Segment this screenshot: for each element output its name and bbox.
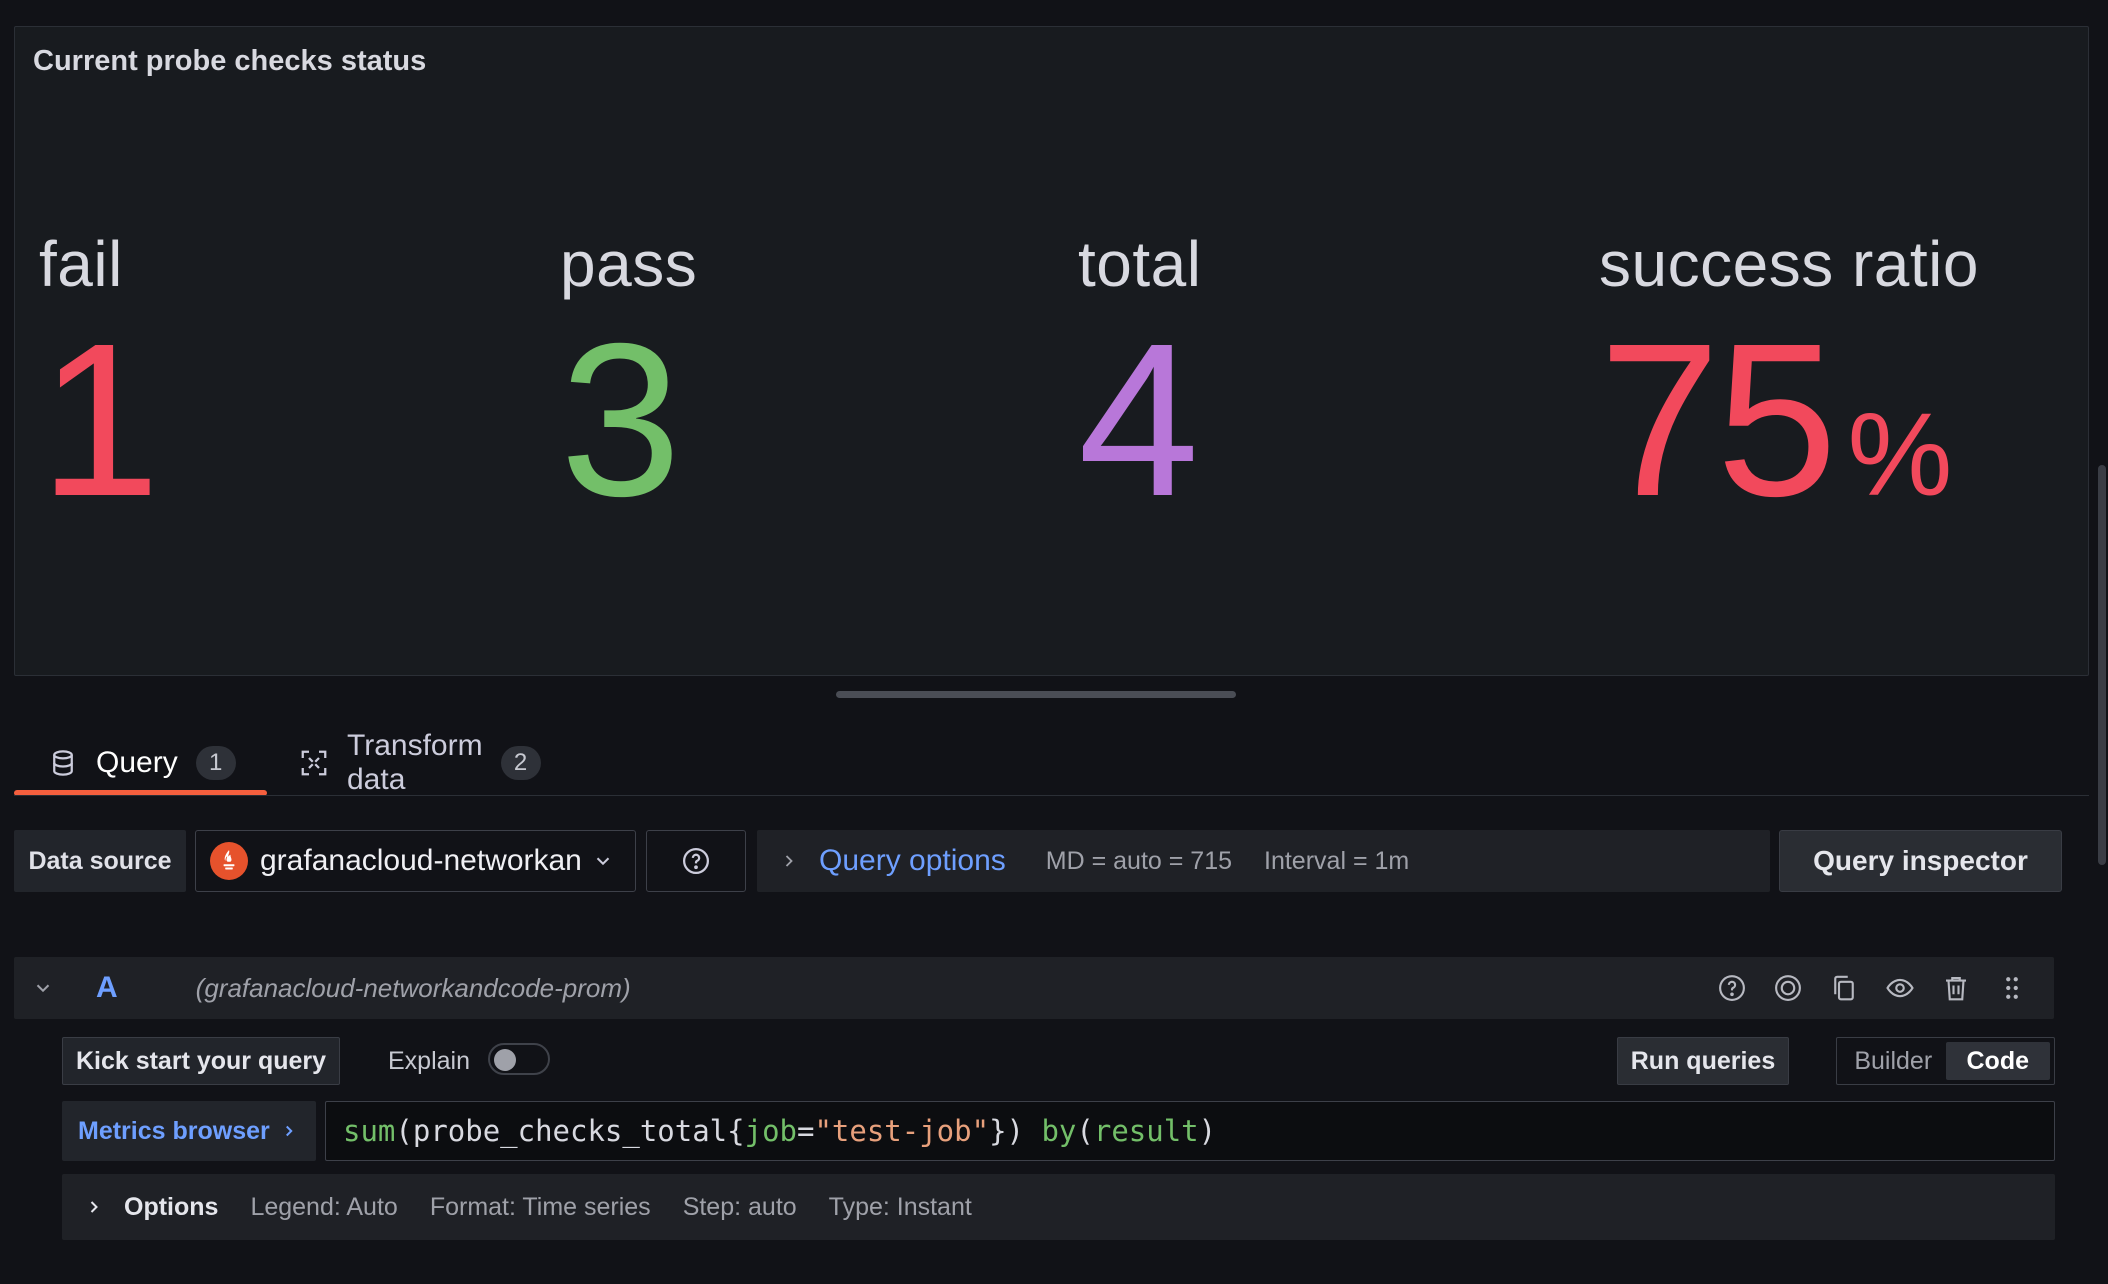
stat-number: 3 bbox=[560, 299, 681, 542]
stat-label: fail bbox=[39, 228, 123, 300]
eye-icon[interactable] bbox=[1872, 957, 1928, 1019]
tab-counter: 1 bbox=[195, 746, 236, 780]
stat-value: 1 bbox=[39, 312, 170, 530]
stat-number: 75 bbox=[1599, 299, 1837, 542]
trash-icon[interactable] bbox=[1928, 957, 1984, 1019]
metrics-browser-button[interactable]: Metrics browser bbox=[62, 1101, 316, 1161]
stat-panel: Current probe checks status fail 1 pass … bbox=[14, 26, 2089, 676]
chevron-down-icon bbox=[592, 850, 614, 872]
code-token: }) bbox=[989, 1114, 1024, 1148]
stat-value: 3 bbox=[560, 312, 691, 530]
resize-splitter[interactable] bbox=[836, 691, 1236, 698]
tab-label: Transform data bbox=[347, 729, 483, 796]
code-token: ( bbox=[1076, 1114, 1094, 1148]
panel-title: Current probe checks status bbox=[33, 45, 427, 77]
code-token: = bbox=[797, 1114, 815, 1148]
query-expression-input[interactable]: sum(probe_checks_total{job = "test-job"}) … bbox=[325, 1101, 2055, 1161]
query-options-md: MD = auto = 715 bbox=[1045, 846, 1233, 875]
explain-toggle[interactable] bbox=[488, 1043, 550, 1075]
mode-builder[interactable]: Builder bbox=[1841, 1042, 1946, 1080]
query-options-toggle[interactable]: Query options MD = auto = 715 Interval =… bbox=[757, 830, 1770, 892]
explain-label: Explain bbox=[388, 1046, 470, 1075]
code-token: ) bbox=[1198, 1114, 1217, 1148]
options-step: Step: auto bbox=[682, 1192, 797, 1221]
stat-label: pass bbox=[560, 228, 698, 300]
query-datasource-hint: (grafanacloud-networkandcode-prom) bbox=[195, 972, 631, 1003]
tab-query[interactable]: Query 1 bbox=[48, 730, 236, 796]
code-token: { bbox=[727, 1114, 745, 1148]
toggle-knob bbox=[494, 1049, 516, 1071]
query-inspector-button[interactable]: Query inspector bbox=[1779, 830, 2062, 892]
kick-start-query-button[interactable]: Kick start your query bbox=[62, 1037, 340, 1085]
code-token: job bbox=[744, 1114, 797, 1148]
datasource-row: Data source grafanacloud-networkandcode-… bbox=[14, 830, 2074, 892]
code-token: probe_checks_total bbox=[412, 1114, 728, 1148]
database-icon bbox=[48, 748, 78, 778]
datasource-name: grafanacloud-networkandcode-prom bbox=[260, 844, 580, 877]
code-token: ( bbox=[395, 1114, 413, 1148]
query-ref-id[interactable]: A bbox=[96, 971, 118, 1005]
datasource-label: Data source bbox=[14, 830, 186, 892]
chevron-down-icon[interactable] bbox=[32, 977, 62, 999]
code-token: result bbox=[1093, 1114, 1199, 1148]
stat-number: 4 bbox=[1078, 299, 1199, 542]
options-title: Options bbox=[124, 1192, 219, 1221]
datasource-help-button[interactable] bbox=[646, 830, 746, 892]
code-token: "test-job" bbox=[814, 1114, 990, 1148]
stat-label: total bbox=[1078, 228, 1202, 300]
chevron-right-icon bbox=[84, 1197, 104, 1217]
options-type: Type: Instant bbox=[828, 1192, 972, 1221]
metrics-browser-label: Metrics browser bbox=[78, 1116, 270, 1145]
vertical-scrollbar[interactable] bbox=[2094, 0, 2108, 1284]
options-legend: Legend: Auto bbox=[250, 1192, 398, 1221]
scrollbar-thumb[interactable] bbox=[2098, 465, 2106, 865]
query-options-row[interactable]: Options Legend: Auto Format: Time series… bbox=[62, 1174, 2055, 1240]
datasource-picker[interactable]: grafanacloud-networkandcode-prom bbox=[195, 830, 636, 892]
query-options-interval: Interval = 1m bbox=[1264, 846, 1410, 875]
options-format: Format: Time series bbox=[429, 1192, 651, 1221]
panel-editor: Current probe checks status fail 1 pass … bbox=[0, 0, 2108, 1284]
question-circle-icon bbox=[681, 846, 711, 876]
stat-number: 1 bbox=[39, 299, 160, 542]
stat-value: 75% bbox=[1599, 312, 1952, 530]
chevron-right-icon bbox=[280, 1122, 298, 1140]
query-row-actions bbox=[1704, 957, 2040, 1019]
stat-unit: % bbox=[1847, 389, 1953, 521]
copy-icon[interactable] bbox=[1816, 957, 1872, 1019]
run-queries-button[interactable]: Run queries bbox=[1617, 1037, 1789, 1085]
prometheus-icon bbox=[210, 842, 248, 880]
drag-handle-icon[interactable] bbox=[1984, 957, 2040, 1019]
tab-counter: 2 bbox=[500, 746, 541, 780]
tab-label: Query bbox=[96, 746, 178, 779]
code-token: by bbox=[1041, 1114, 1077, 1148]
query-editor: Data source grafanacloud-networkandcode-… bbox=[0, 796, 2094, 1284]
stat-value: 4 bbox=[1078, 312, 1209, 530]
query-options-title: Query options bbox=[819, 844, 1006, 877]
editor-mode-switch: Builder Code bbox=[1836, 1037, 2055, 1085]
target-icon[interactable] bbox=[1760, 957, 1816, 1019]
chevron-right-icon bbox=[779, 851, 799, 871]
tab-transform-data[interactable]: Transform data 2 bbox=[299, 729, 541, 796]
mode-code[interactable]: Code bbox=[1945, 1042, 2050, 1080]
transform-icon bbox=[299, 748, 329, 778]
code-token: sum bbox=[343, 1114, 396, 1148]
query-row-header: A (grafanacloud-networkandcode-prom) bbox=[14, 957, 2054, 1019]
stat-label: success ratio bbox=[1599, 228, 1979, 300]
question-circle-icon[interactable] bbox=[1704, 957, 1760, 1019]
